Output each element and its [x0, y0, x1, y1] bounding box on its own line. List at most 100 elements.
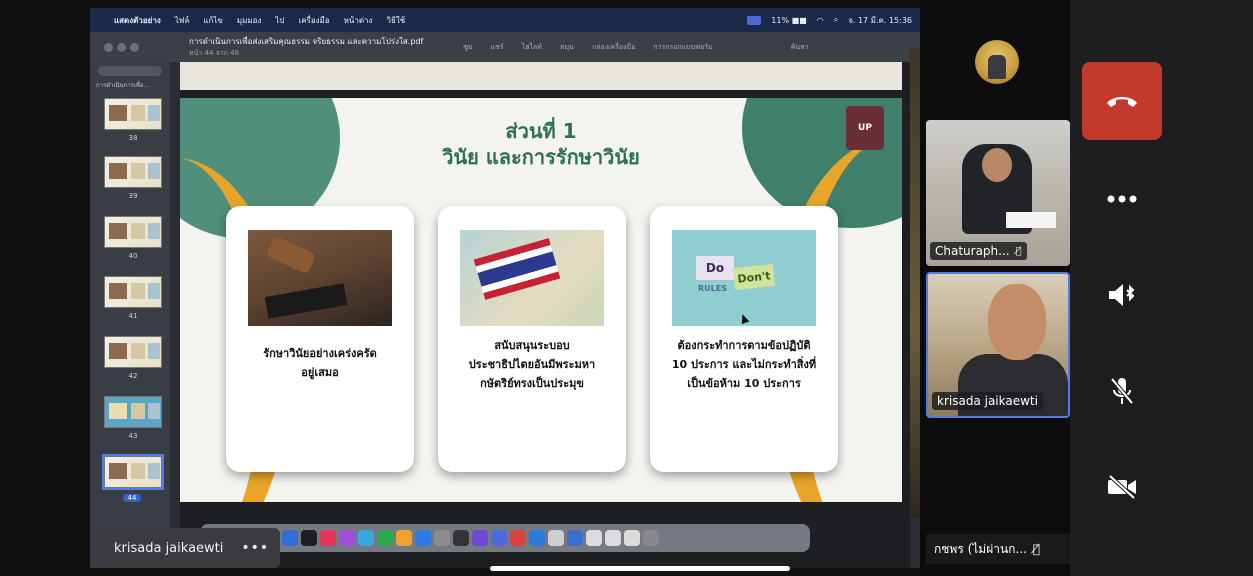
page-thumbnail[interactable] — [104, 336, 162, 368]
tool-zoom[interactable]: ซูม — [463, 42, 472, 53]
more-icon — [1107, 195, 1137, 203]
mic-off-icon — [1110, 377, 1134, 405]
menu-edit[interactable]: แก้ไข — [203, 14, 223, 27]
gavel-image — [248, 230, 392, 326]
page-thumbnail[interactable] — [104, 216, 162, 248]
zoom-window-icon[interactable] — [130, 42, 139, 52]
menu-view[interactable]: มุมมอง — [237, 14, 262, 27]
page-thumbnail-active[interactable] — [102, 454, 164, 490]
mac-menubar: แสดงตัวอย่าง ไฟล์ แก้ไข มุมมอง ไป เครื่อ… — [90, 8, 920, 32]
battery-status[interactable]: 11% ■■ — [771, 16, 806, 25]
appstore-icon[interactable] — [358, 530, 374, 546]
safari-icon[interactable] — [282, 530, 298, 546]
appletv-icon[interactable] — [301, 530, 317, 546]
participant-name-tag: krisada jaikaewti — [932, 392, 1043, 410]
window-traffic-lights — [104, 42, 139, 52]
menubar-clock[interactable]: จ. 17 มี.ค. 15:36 — [848, 14, 912, 27]
slide-card: สนับสนุนระบอบประชาธิปไตยอันมีพระมหากษัตร… — [438, 206, 626, 472]
finder-icon[interactable] — [453, 530, 469, 546]
pdf-toolbar: การดำเนินการเพื่อส่งเสริมคุณธรรม จริยธรร… — [90, 32, 920, 62]
rules-label: RULES — [698, 284, 727, 293]
participant-avatar[interactable] — [975, 40, 1019, 84]
participant-tile-active-speaker[interactable]: krisada jaikaewti — [926, 272, 1070, 418]
trash-icon[interactable] — [643, 530, 659, 546]
menu-file[interactable]: ไฟล์ — [175, 14, 190, 27]
document-icon[interactable] — [567, 530, 583, 546]
presenter-name: krisada jaikaewti — [114, 540, 224, 556]
tool-rotate[interactable]: หมุน — [560, 42, 574, 53]
sidebar-section-label: การดำเนินการเพื่อ... — [96, 82, 150, 89]
page-number-active: 44 — [123, 494, 141, 502]
document-title-area: การดำเนินการเพื่อส่งเสริมคุณธรรม จริยธรร… — [189, 35, 423, 59]
thai-flag-map-image — [460, 230, 604, 326]
camera-off-icon — [1108, 475, 1136, 499]
speaker-button[interactable] — [1082, 256, 1162, 334]
menu-help[interactable]: วิธีใช้ — [386, 14, 405, 27]
speaker-bluetooth-icon — [1109, 284, 1135, 306]
card-text: สนับสนุนระบอบประชาธิปไตยอันมีพระมหากษัตร… — [468, 339, 596, 390]
page-thumbnail[interactable] — [104, 156, 162, 188]
participant-tile[interactable]: กชพร (ไม่ผ่านก... 🎙̸ — [926, 534, 1070, 564]
page-thumbnail[interactable] — [104, 98, 162, 130]
settings-icon[interactable] — [434, 530, 450, 546]
page-number: 40 — [128, 252, 138, 260]
meeting-window: แสดงตัวอย่าง ไฟล์ แก้ไข มุมมอง ไป เครื่อ… — [0, 0, 1253, 576]
podcasts-icon[interactable] — [339, 530, 355, 546]
toolbar-tools: ซูม แชร์ ไฮไลท์ หมุน กล่องเครื่องมือ การ… — [463, 42, 808, 53]
chrome-icon[interactable] — [510, 530, 526, 546]
page-number: 39 — [128, 192, 138, 200]
keynote-icon[interactable] — [415, 530, 431, 546]
page-number: 38 — [128, 134, 138, 142]
window-thumbnail-icon[interactable] — [605, 530, 621, 546]
slide-card: รักษาวินัยอย่างเคร่งครัดอยู่เสมอ — [226, 206, 414, 472]
messenger-icon[interactable] — [472, 530, 488, 546]
more-options-icon[interactable]: ••• — [241, 540, 269, 556]
participant-name: Chaturaph... — [935, 244, 1010, 258]
call-controls — [1070, 0, 1253, 576]
presenter-name-chip[interactable]: krisada jaikaewti ••• — [100, 528, 280, 568]
preview-icon[interactable] — [548, 530, 564, 546]
search-icon[interactable]: ⌕ — [834, 15, 838, 25]
tool-form-filling[interactable]: การกรอกแบบฟอร์ม — [653, 42, 712, 53]
menu-window[interactable]: หน้าต่าง — [344, 14, 373, 27]
menu-tools[interactable]: เครื่องมือ — [298, 14, 329, 27]
tool-toolbox[interactable]: กล่องเครื่องมือ — [592, 42, 635, 53]
document-title[interactable]: การดำเนินการเพื่อส่งเสริมคุณธรรม จริยธรร… — [189, 35, 423, 48]
page-indicator: หน้า 44 จาก 48 — [189, 49, 240, 57]
menu-go[interactable]: ไป — [275, 14, 284, 27]
tool-share[interactable]: แชร์ — [491, 42, 504, 53]
numbers-icon[interactable] — [377, 530, 393, 546]
tool-search[interactable]: ค้นหา — [791, 42, 809, 53]
mac-desktop: แสดงตัวอย่าง ไฟล์ แก้ไข มุมมอง ไป เครื่อ… — [90, 8, 920, 568]
card-text: รักษาวินัยอย่างเคร่งครัดอยู่เสมอ — [263, 347, 377, 379]
page-number: 41 — [128, 312, 138, 320]
wifi-icon[interactable]: ◠ — [817, 16, 824, 25]
more-button[interactable] — [1082, 160, 1162, 238]
close-window-icon[interactable] — [104, 42, 113, 52]
leave-call-button[interactable] — [1082, 62, 1162, 140]
tool-highlight[interactable]: ไฮไลท์ — [522, 42, 542, 53]
desktop-background-strip — [910, 48, 920, 518]
menubar-app-name[interactable]: แสดงตัวอย่าง — [114, 14, 161, 27]
slide-title: ส่วนที่ 1 วินัย และการรักษาวินัย — [180, 118, 902, 170]
teams-icon[interactable] — [491, 530, 507, 546]
slide-title-line1: ส่วนที่ 1 — [505, 119, 577, 143]
page-thumbnail[interactable] — [104, 396, 162, 428]
page-thumbnail[interactable] — [104, 276, 162, 308]
mute-microphone-button[interactable] — [1082, 352, 1162, 430]
pdf-page: UP ส่วนที่ 1 วินัย และการรักษาวินัย รักษ… — [180, 98, 902, 502]
window-thumbnail-icon[interactable] — [624, 530, 640, 546]
do-dont-rules-image: Do Don't RULES — [672, 230, 816, 326]
screen-share-icon[interactable] — [747, 15, 762, 25]
dont-label: Don't — [732, 263, 776, 291]
zoom-icon[interactable] — [529, 530, 545, 546]
sidebar-search-field[interactable] — [98, 66, 162, 76]
music-icon[interactable] — [320, 530, 336, 546]
participant-tile[interactable]: Chaturaph... 🎙̸ — [926, 120, 1070, 266]
camera-toggle-button[interactable] — [1082, 448, 1162, 526]
pages-icon[interactable] — [396, 530, 412, 546]
window-thumbnail-icon[interactable] — [586, 530, 602, 546]
slide-viewport: UP ส่วนที่ 1 วินัย และการรักษาวินัย รักษ… — [180, 62, 910, 568]
minimize-window-icon[interactable] — [117, 42, 126, 52]
menubar-status-area: 11% ■■ ◠ ⌕ จ. 17 มี.ค. 15:36 — [747, 14, 920, 27]
